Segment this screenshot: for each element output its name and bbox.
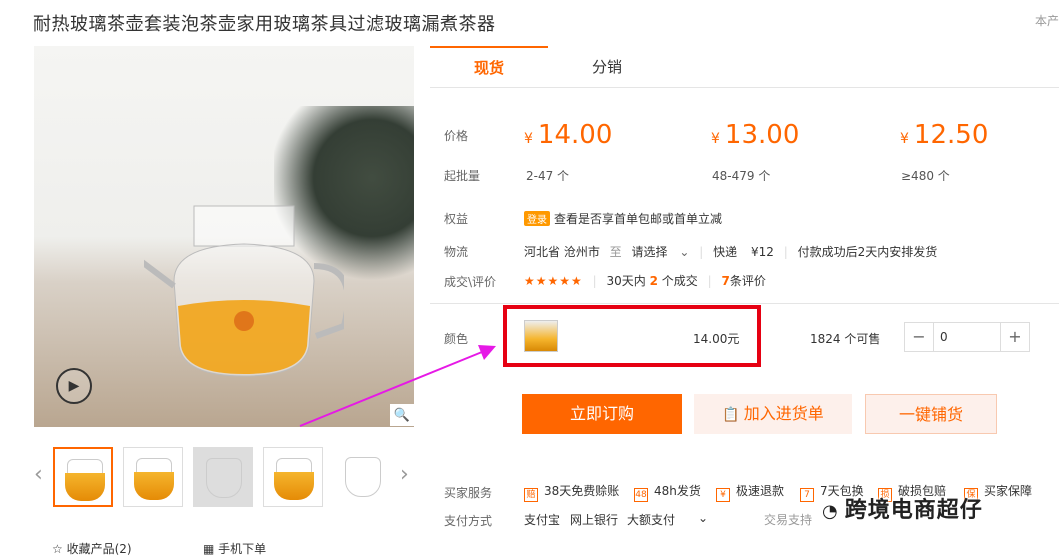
- wechat-icon: ◔: [822, 501, 839, 522]
- play-video-button[interactable]: ▶: [56, 368, 92, 404]
- quantity-stepper: − 0 +: [904, 322, 1030, 352]
- thumbnail[interactable]: [333, 447, 393, 507]
- deal-suffix: 个成交: [661, 274, 698, 288]
- zoom-icon[interactable]: 🔍: [390, 404, 414, 426]
- thumbnail[interactable]: [263, 447, 323, 507]
- moq-range-2: 48-479 个: [712, 169, 771, 183]
- payment-method: 大额支付: [627, 513, 676, 527]
- reviews-row: ★★★★★ | 30天内 2 个成交 | 7条评价: [524, 274, 766, 288]
- review-suffix[interactable]: 条评价: [730, 274, 766, 288]
- color-option-price: 14.00元: [693, 332, 740, 346]
- deal-count[interactable]: 2: [650, 274, 658, 288]
- payment-label: 支付方式: [444, 514, 493, 528]
- chevron-down-icon[interactable]: ⌄: [679, 245, 689, 259]
- service-item[interactable]: 48 48h发货: [634, 482, 701, 502]
- moq-range-1: 2-47 个: [526, 169, 570, 183]
- payment-method: 支付宝: [524, 513, 561, 527]
- ship-time: 付款成功后2天内安排发货: [797, 245, 938, 259]
- moq-range-3: ≥480 个: [901, 169, 950, 183]
- stock-available: 1824 个可售: [810, 332, 881, 346]
- product-title: 耐热玻璃茶壶套装泡茶壶家用玻璃茶具过滤玻璃漏煮茶器: [33, 14, 496, 35]
- price-tier-3: ¥12.50: [900, 120, 989, 150]
- logistics-label: 物流: [444, 245, 469, 259]
- one-click-distribute-button[interactable]: 一键铺货: [865, 394, 997, 434]
- price-tier-2: ¥13.00: [711, 120, 800, 150]
- buy-now-button[interactable]: 立即订购: [522, 394, 682, 434]
- thumbnail[interactable]: [53, 447, 113, 507]
- credit-icon: 赔: [524, 488, 538, 502]
- thumb-prev-icon[interactable]: ‹: [34, 462, 43, 487]
- star-outline-icon: ☆: [52, 542, 63, 556]
- teapot-image: [144, 205, 344, 377]
- login-badge[interactable]: 登录: [524, 211, 550, 226]
- color-option-thumbnail[interactable]: [524, 320, 558, 352]
- rights-text: 查看是否享首单包邮或首单立减: [554, 212, 723, 226]
- quantity-input[interactable]: 0: [933, 323, 1001, 351]
- mobile-order[interactable]: ▦ 手机下单: [203, 540, 266, 556]
- rights-row[interactable]: 登录 查看是否享首单包邮或首单立减: [524, 210, 722, 227]
- thumb-next-icon[interactable]: ›: [400, 462, 409, 487]
- divider: [430, 303, 1059, 304]
- tab-distribution[interactable]: 分销: [548, 46, 666, 87]
- reviews-label: 成交\评价: [444, 275, 497, 289]
- price-label: 价格: [444, 129, 469, 143]
- moq-label: 起批量: [444, 169, 481, 183]
- tab-bar: 现货 分销: [430, 46, 1059, 88]
- tab-in-stock[interactable]: 现货: [430, 46, 548, 87]
- ship-fee: ¥12: [750, 245, 774, 259]
- increase-button[interactable]: +: [1001, 323, 1029, 351]
- decrease-button[interactable]: −: [905, 323, 933, 351]
- thumbnail[interactable]: [193, 447, 253, 507]
- exchange-icon: 7: [800, 488, 814, 502]
- to-word: 至: [609, 245, 622, 259]
- add-to-cart-button[interactable]: 📋 加入进货单: [694, 394, 852, 434]
- review-count[interactable]: 7: [722, 274, 730, 288]
- color-label: 颜色: [444, 332, 469, 346]
- rights-label: 权益: [444, 212, 469, 226]
- qrcode-icon: ▦: [203, 542, 215, 556]
- trade-support: 交易支持: [764, 513, 813, 527]
- thumbnail-strip: [53, 447, 393, 507]
- thumbnail[interactable]: [123, 447, 183, 507]
- destination-select[interactable]: 请选择: [632, 245, 668, 259]
- price-tier-1: ¥14.00: [524, 120, 613, 150]
- payment-method: 网上银行: [570, 513, 619, 527]
- ship-from: 河北省 沧州市: [524, 245, 600, 259]
- service-item[interactable]: ¥ 极速退款: [716, 482, 784, 502]
- logistics-row: 河北省 沧州市 至 请选择 ⌄ | 快递 ¥12 | 付款成功后2天内安排发货: [524, 245, 938, 259]
- main-product-image[interactable]: [34, 46, 414, 427]
- refund-icon: ¥: [716, 488, 730, 502]
- deal-prefix: 30天内: [606, 274, 646, 288]
- ship-method: 快递: [713, 245, 738, 259]
- watermark: ◔ 跨境电商超仔: [822, 498, 983, 523]
- buyer-service-label: 买家服务: [444, 486, 493, 500]
- rating-stars: ★★★★★: [524, 274, 583, 288]
- payment-more-icon[interactable]: ⌄: [698, 511, 708, 525]
- shipping-icon: 48: [634, 488, 648, 502]
- service-item[interactable]: 赔 38天免费赊账: [524, 482, 619, 502]
- collect-product[interactable]: ☆ 收藏产品(2): [52, 540, 132, 556]
- top-right-link[interactable]: 本产: [1035, 12, 1059, 29]
- clipboard-icon: 📋: [722, 407, 740, 423]
